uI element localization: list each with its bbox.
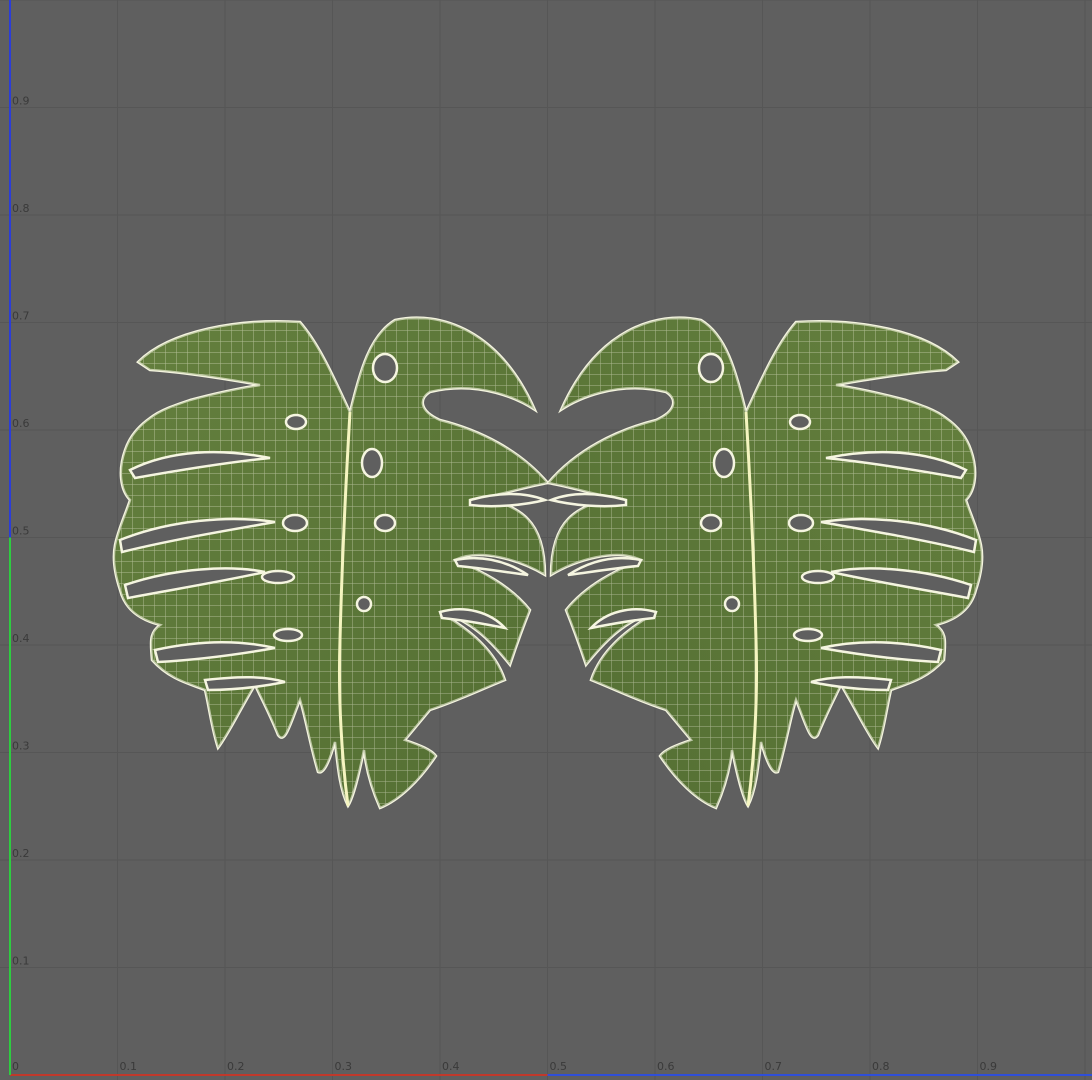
u-tick-label: 0.5 [550, 1060, 568, 1073]
u-tick-label: 0.8 [872, 1060, 890, 1073]
v-tick-label: 0.3 [12, 740, 30, 753]
v-tick-label: 0.5 [12, 525, 30, 538]
u-tick-label: 0.4 [442, 1060, 460, 1073]
v-tick-label: 0.9 [12, 95, 30, 108]
uv-shell-left-leaf[interactable] [112, 316, 551, 810]
v-tick-label: 0.1 [12, 955, 30, 968]
u-tick-label: 0.2 [227, 1060, 245, 1073]
uv-canvas[interactable]: 0 0.1 0.2 0.3 0.4 0.5 0.6 0.7 0.8 0.9 0.1 0.2 0.3 0.4… [0, 0, 1092, 1080]
v-tick-label: 0.2 [12, 847, 30, 860]
v-tick-label: 0.8 [12, 202, 30, 215]
u-tick-label: 0.3 [335, 1060, 353, 1073]
v-tick-label: 0.7 [12, 310, 30, 323]
uv-editor-viewport[interactable]: 0 0.1 0.2 0.3 0.4 0.5 0.6 0.7 0.8 0.9 0.1 0.2 0.3 0.4… [0, 0, 1092, 1080]
uv-shell-right-leaf[interactable] [545, 316, 984, 810]
u-tick-label: 0.7 [765, 1060, 783, 1073]
u-tick-label: 0.1 [120, 1060, 138, 1073]
v-tick-label: 0.6 [12, 417, 30, 430]
u-tick-label: 0.9 [980, 1060, 998, 1073]
v-tick-label: 0.4 [12, 632, 30, 645]
u-tick-label: 0.6 [657, 1060, 675, 1073]
u-tick-label: 0 [12, 1060, 19, 1073]
